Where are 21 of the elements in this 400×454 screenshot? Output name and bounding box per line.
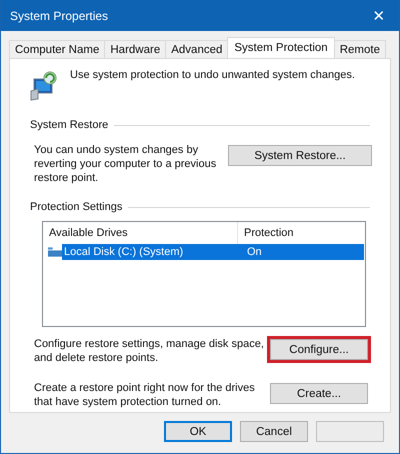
- protection-status: On: [246, 246, 262, 258]
- description-text: You can undo system changes by reverting your computer to a previous restore point.: [34, 143, 218, 185]
- dialog-button[interactable]: OK: [164, 421, 232, 442]
- action-button[interactable]: Configure...: [270, 339, 368, 360]
- column-header[interactable]: Protection: [238, 227, 294, 239]
- description-text: Configure restore settings, manage disk space, and delete restore points.: [34, 337, 265, 365]
- close-button[interactable]: ✕: [359, 0, 399, 31]
- intro-text: Use system protection to undo unwanted system changes.: [70, 69, 355, 81]
- dialog-button[interactable]: Cancel: [240, 421, 308, 442]
- drive-name: Local Disk (C:) (System): [63, 246, 184, 258]
- group-heading: Protection Settings: [30, 201, 122, 213]
- description-text: Create a restore point right now for the drives that have system protection turned on.: [34, 381, 256, 409]
- tab[interactable]: Remote: [334, 40, 386, 58]
- group-heading: System Restore: [30, 119, 108, 131]
- tab[interactable]: System Protection: [227, 37, 335, 58]
- drive-icon: [48, 247, 62, 257]
- action-button[interactable]: Create...: [270, 383, 368, 404]
- list-row[interactable]: Local Disk (C:) (System) On: [62, 244, 364, 260]
- window-title: System Properties: [10, 8, 108, 22]
- system-restore-button[interactable]: System Restore...: [228, 145, 372, 166]
- tab[interactable]: Computer Name: [9, 40, 106, 58]
